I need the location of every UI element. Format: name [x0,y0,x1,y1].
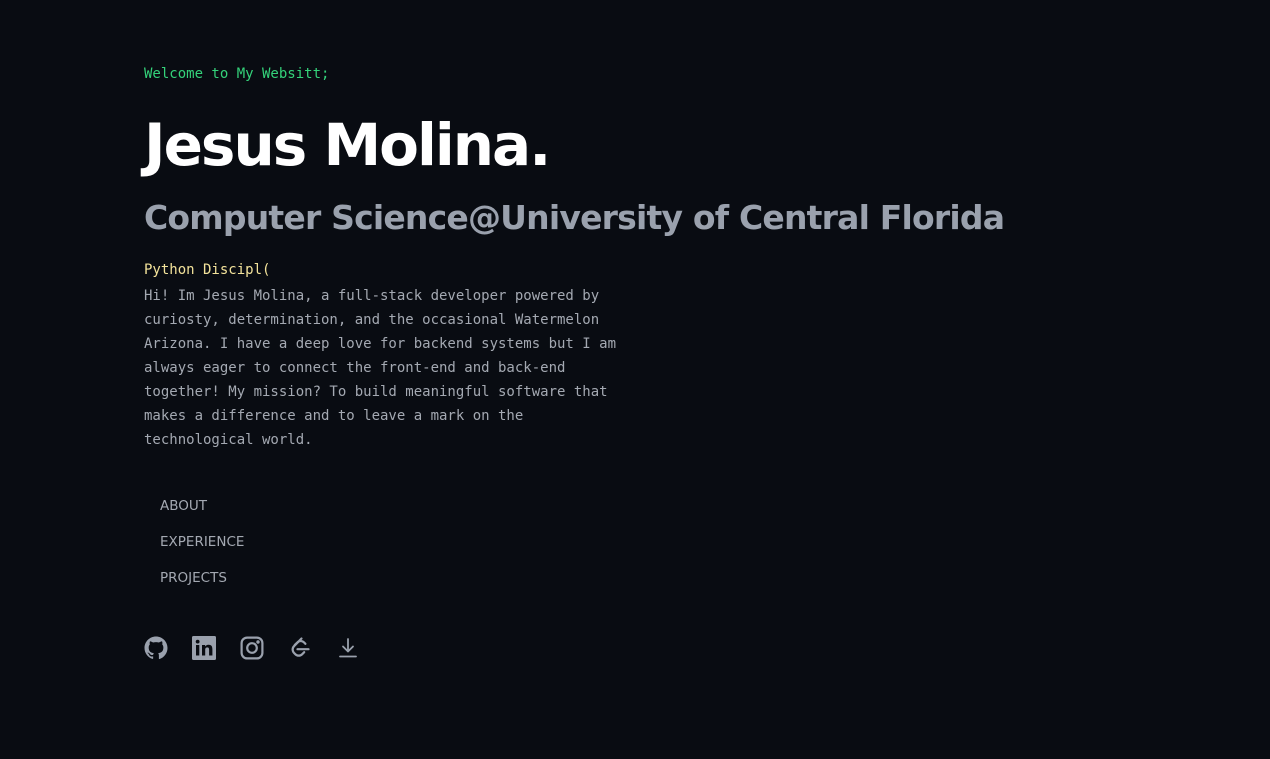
nav-item-about[interactable]: ABOUT [160,494,244,530]
github-icon[interactable] [144,636,168,660]
bio-line: Arizona. I have a deep love for backend … [144,336,617,352]
bio-paragraph: Hi! Im Jesus Molina, a full-stack develo… [144,284,644,452]
discipline-text: Python Discipl( [144,262,271,278]
linkedin-icon[interactable] [192,636,216,660]
download-icon[interactable] [336,636,360,660]
nav-item-experience[interactable]: EXPERIENCE [160,530,244,566]
social-links [144,636,360,660]
bio-line: Hi! Im Jesus Molina, a full-stack develo… [144,288,600,304]
welcome-text: Welcome to My Websitt; [144,66,330,82]
page-title: Jesus Molina. [144,111,551,179]
bio-line: makes a difference and to leave a mark o… [144,408,524,424]
leetcode-icon[interactable] [288,636,312,660]
bio-line: always eager to connect the front-end an… [144,360,566,376]
page-subtitle: Computer Science@University of Central F… [144,198,1005,237]
bio-line: together! My mission? To build meaningfu… [144,384,608,400]
bio-line: technological world. [144,432,313,448]
nav-item-projects[interactable]: PROJECTS [160,566,244,602]
bio-line: curiosty, determination, and the occasio… [144,312,600,328]
section-nav: ABOUT EXPERIENCE PROJECTS [160,494,244,602]
instagram-icon[interactable] [240,636,264,660]
